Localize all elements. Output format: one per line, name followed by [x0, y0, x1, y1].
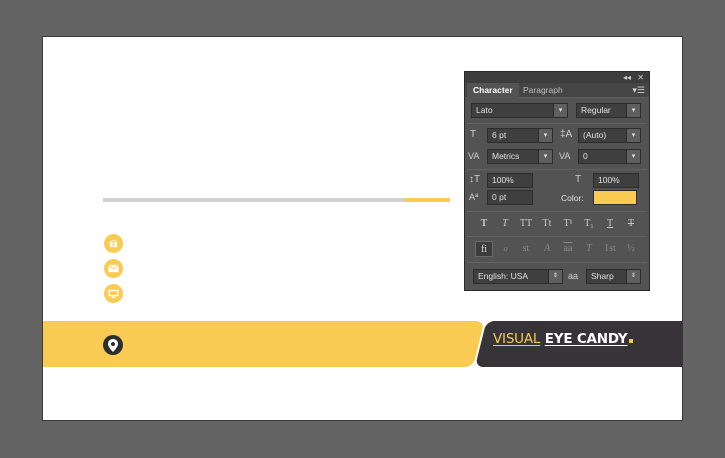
separator — [467, 169, 647, 170]
titling-alternates-button[interactable]: T — [580, 241, 598, 257]
font-size-dropdown[interactable]: ▾ — [538, 129, 552, 142]
color-swatch[interactable] — [593, 190, 637, 205]
kerning-icon: VA — [468, 151, 480, 161]
horizontal-scale-value: 100% — [598, 175, 620, 185]
horizontal-scale-field[interactable]: 100% — [593, 173, 639, 188]
leading-value: (Auto) — [583, 130, 607, 140]
font-family-dropdown[interactable]: ▾ — [553, 104, 567, 117]
separator — [467, 123, 647, 124]
leading-dropdown[interactable]: ▾ — [626, 129, 640, 142]
monitor-icon — [104, 284, 123, 303]
collapse-icon[interactable]: ◂◂ — [623, 72, 631, 83]
panel-tabs: Character Paragraph ▾☰ — [465, 83, 649, 98]
subscript-button[interactable]: T₁ — [580, 216, 598, 232]
baseline-shift-field[interactable]: 0 pt — [487, 190, 533, 205]
vertical-scale-field[interactable]: 100% — [487, 173, 533, 188]
tab-paragraph[interactable]: Paragraph — [517, 83, 569, 98]
ligatures-button[interactable]: fi — [475, 241, 493, 257]
logo-dot — [628, 339, 633, 343]
kerning-value: Metrics — [492, 151, 520, 161]
all-caps-button[interactable]: TT — [517, 216, 535, 232]
font-size-icon: T — [470, 129, 477, 140]
panel-title-bar[interactable]: ◂◂ ✕ — [465, 72, 649, 83]
logo-word-visual: VISUAL — [493, 331, 541, 347]
map-pin-icon — [103, 335, 123, 355]
tracking-dropdown[interactable]: ▾ — [626, 150, 640, 163]
faux-italic-button[interactable]: T — [496, 216, 514, 232]
faux-bold-button[interactable]: T — [475, 216, 493, 232]
gray-divider-line — [103, 198, 405, 202]
old-style-button[interactable]: ℴ — [496, 241, 514, 257]
baseline-shift-icon: Aª — [469, 192, 479, 202]
vertical-scale-value: 100% — [492, 175, 514, 185]
strikethrough-button[interactable]: T — [622, 216, 640, 232]
language-value: English: USA — [478, 271, 529, 281]
font-style-dropdown[interactable]: ▾ — [626, 104, 640, 117]
antialias-value: Sharp — [591, 271, 614, 281]
character-panel: ◂◂ ✕ Character Paragraph ▾☰ Lato ▾ Regul… — [464, 71, 650, 291]
yellow-footer-band-left — [43, 321, 83, 367]
phone-icon — [104, 234, 123, 253]
kerning-dropdown[interactable]: ▾ — [538, 150, 552, 163]
vertical-scale-icon: ↕T — [469, 174, 481, 185]
underline-button[interactable]: T — [601, 216, 619, 232]
panel-menu-icon[interactable]: ▾☰ — [632, 85, 645, 96]
baseline-shift-value: 0 pt — [492, 192, 507, 202]
font-style-value: Regular — [581, 105, 611, 115]
language-dropdown[interactable]: ⇕ — [548, 270, 562, 283]
font-family-value: Lato — [476, 105, 493, 115]
tracking-icon: VA — [559, 151, 571, 161]
email-icon — [104, 259, 123, 278]
tab-character[interactable]: Character — [467, 83, 519, 98]
yellow-divider-accent — [405, 198, 450, 202]
tracking-value: 0 — [583, 151, 588, 161]
separator — [467, 211, 647, 212]
antialias-icon: aa — [568, 271, 579, 281]
fractions-button[interactable]: ½ — [622, 241, 640, 257]
color-label: Color: — [561, 193, 584, 203]
leading-icon: ‡A — [560, 129, 573, 140]
horizontal-scale-icon: T — [575, 174, 582, 185]
separator — [467, 236, 647, 237]
close-icon[interactable]: ✕ — [637, 72, 644, 83]
separator — [467, 262, 647, 263]
ordinals-button[interactable]: 1st — [601, 241, 619, 257]
font-size-value: 6 pt — [492, 130, 507, 140]
superscript-button[interactable]: T¹ — [559, 216, 577, 232]
discretionary-ligatures-button[interactable]: st — [517, 241, 535, 257]
swash-button[interactable]: A — [538, 241, 556, 257]
antialias-dropdown[interactable]: ⇕ — [626, 270, 640, 283]
small-caps-button[interactable]: Tt — [538, 216, 556, 232]
logo-word-eye-candy: EYE CANDY — [544, 331, 628, 347]
logo: VISUAL EYE CANDY — [493, 331, 633, 347]
stylistic-alternates-button[interactable]: aa — [559, 241, 577, 257]
